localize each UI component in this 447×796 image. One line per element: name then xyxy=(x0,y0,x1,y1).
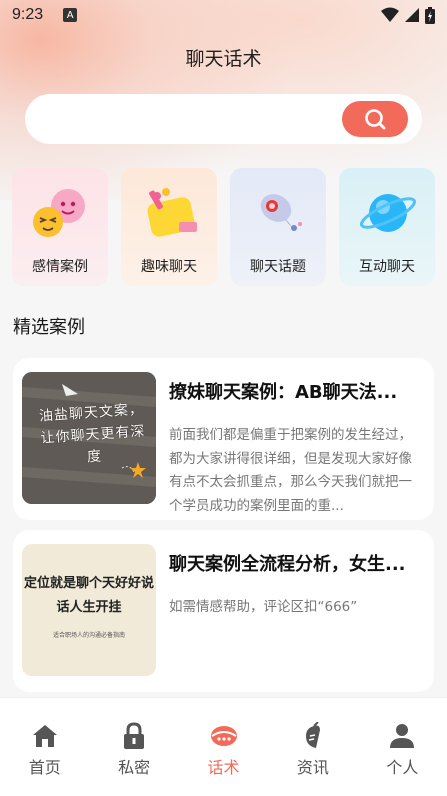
category-card-emotion[interactable]: 感情案例 xyxy=(12,168,108,286)
nav-label: 首页 xyxy=(28,758,61,777)
battery-icon xyxy=(425,6,435,24)
nav-label: 私密 xyxy=(118,758,151,777)
category-card-chat-topic[interactable]: 聊天话题 xyxy=(230,168,326,286)
signal-icon xyxy=(405,8,419,22)
status-icons xyxy=(381,6,435,24)
nav-item-private[interactable]: 私密 xyxy=(89,698,178,796)
category-card-fun-chat[interactable]: 趣味聊天 xyxy=(121,168,217,286)
article-title: 聊天案例全流程分析，女生... xyxy=(169,554,406,575)
love-bubble-icon xyxy=(33,189,85,237)
search-button[interactable] xyxy=(342,101,408,137)
chat-pencil-icon xyxy=(147,188,197,237)
nav-item-news[interactable]: 资讯 xyxy=(268,698,357,796)
category-label: 趣味聊天 xyxy=(141,259,197,275)
thumbnail-text: 油盐聊天文案，让你聊天更有深度 xyxy=(38,401,146,466)
planet-icon xyxy=(360,194,416,232)
article-card[interactable]: 油盐聊天文案，让你聊天更有深度 撩妹聊天案例：AB聊天法... 前面我们都是偏重… xyxy=(13,358,434,520)
thumbnail-text: 定位就是聊个天好好说话人生开挂 xyxy=(23,576,154,615)
article-description: 如需情感帮助，评论区扣“666” xyxy=(169,599,358,615)
search-bar[interactable] xyxy=(25,94,422,144)
category-card-interactive[interactable]: 互动聊天 xyxy=(339,168,435,286)
lock-icon xyxy=(124,722,145,749)
person-icon xyxy=(390,724,415,748)
article-thumbnail: 定位就是聊个天好好说话人生开挂 适合职场人的沟通必备指南 xyxy=(22,544,156,676)
status-bar: 9:23 A xyxy=(0,0,447,30)
search-icon xyxy=(365,109,386,130)
article-card[interactable]: 定位就是聊个天好好说话人生开挂 适合职场人的沟通必备指南 聊天案例全流程分析，女… xyxy=(13,530,434,692)
category-label: 互动聊天 xyxy=(359,259,415,275)
news-icon xyxy=(305,722,320,748)
home-icon xyxy=(32,725,57,747)
category-label: 聊天话题 xyxy=(250,259,306,275)
page-title: 聊天话术 xyxy=(185,48,262,70)
thumbnail-subtext: 适合职场人的沟通必备指南 xyxy=(52,632,125,639)
section-title: 精选案例 xyxy=(13,317,85,338)
nav-label: 资讯 xyxy=(296,758,329,777)
category-label: 感情案例 xyxy=(32,259,88,275)
nav-label: 话术 xyxy=(207,758,240,777)
article-description: 前面我们都是偏重于把案例的发生经过，都为大家讲得很详细，但是发现大家好像有点不太… xyxy=(169,427,412,514)
nav-label: 个人 xyxy=(386,758,419,777)
wifi-icon xyxy=(381,7,399,22)
status-time: 9:23 xyxy=(12,6,44,23)
rocket-icon xyxy=(260,194,302,231)
nav-item-home[interactable]: 首页 xyxy=(0,698,89,796)
nav-item-talk[interactable]: 话术 xyxy=(179,698,268,796)
bottom-nav: 首页 私密 话术 资讯 个人 xyxy=(0,697,447,796)
status-a-badge: A xyxy=(63,8,78,22)
article-title: 撩妹聊天案例：AB聊天法... xyxy=(169,382,398,403)
chat-talk-icon xyxy=(210,726,237,746)
nav-item-profile[interactable]: 个人 xyxy=(358,698,447,796)
category-row: 感情案例 趣味聊天 聊天话题 互动聊天 xyxy=(12,168,447,286)
article-thumbnail: 油盐聊天文案，让你聊天更有深度 xyxy=(22,372,156,504)
